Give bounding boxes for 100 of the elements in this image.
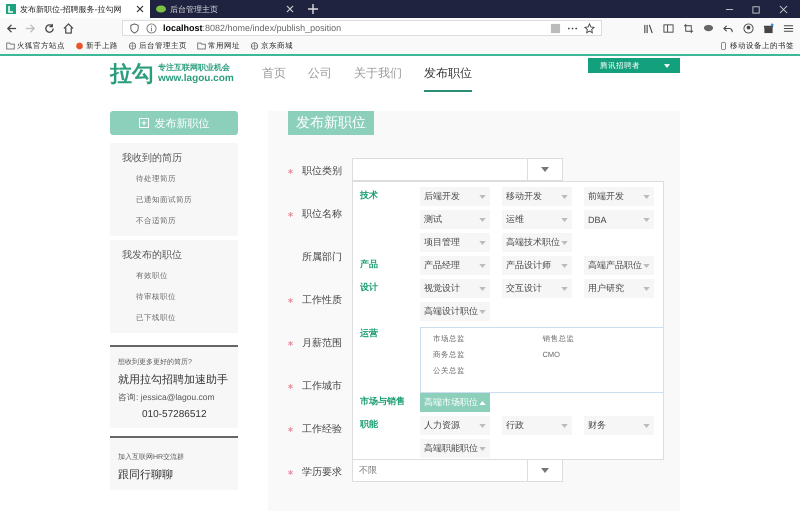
- caret-icon: [479, 286, 486, 290]
- caret-icon: [561, 286, 568, 290]
- caret-icon: [479, 310, 486, 314]
- nav-link[interactable]: 发布职位: [424, 56, 472, 92]
- select-field[interactable]: [352, 158, 563, 181]
- subcategory-button[interactable]: 后端开发: [420, 187, 490, 206]
- caret-icon: [479, 264, 486, 268]
- form-title: 发布新职位: [288, 111, 374, 135]
- globe-icon: [250, 42, 259, 50]
- folder-icon: [197, 42, 206, 50]
- subcategory-button[interactable]: 人力资源: [420, 416, 490, 435]
- browser-tab[interactable]: 发布新职位-招聘服务-拉勾网: [0, 0, 150, 18]
- caret-icon: [643, 286, 650, 290]
- new-tab-icon[interactable]: [308, 4, 318, 14]
- caret-icon: [643, 218, 650, 222]
- shield-icon: [129, 22, 140, 34]
- sidebar-icon[interactable]: [663, 22, 674, 34]
- subcategory-button[interactable]: 高端设计职位: [420, 302, 490, 321]
- caret-icon: [479, 240, 486, 244]
- field-label: 月薪范围: [288, 330, 352, 350]
- caret-icon: [479, 446, 486, 450]
- category-label: 运营: [360, 327, 379, 340]
- letter-logo-icon: [6, 4, 16, 14]
- menu-icon[interactable]: [783, 22, 794, 34]
- subcategory-button[interactable]: 高端技术职位: [502, 233, 572, 252]
- home-icon[interactable]: [63, 22, 74, 34]
- caret-icon: [541, 468, 549, 473]
- back-icon[interactable]: [6, 22, 17, 34]
- plus-square-icon: [138, 118, 148, 128]
- subcategory-button[interactable]: DBA: [584, 210, 654, 229]
- required-mark-icon: [288, 426, 293, 432]
- subcategory-button[interactable]: 项目管理: [420, 233, 490, 252]
- field-label: 学历要求: [288, 459, 352, 479]
- subcategory-button[interactable]: 高端产品职位: [584, 256, 654, 275]
- field-label: 职位类别: [288, 158, 352, 178]
- caret-icon: [561, 264, 568, 268]
- category-label: 技术: [360, 189, 379, 202]
- subcategory-button[interactable]: 测试: [420, 210, 490, 229]
- account-icon[interactable]: [743, 22, 754, 34]
- field-label: 职位名称: [288, 201, 352, 221]
- library-icon[interactable]: [643, 22, 654, 34]
- menu-heading: 我发布的职位: [122, 248, 183, 263]
- category-label: 设计: [360, 281, 379, 294]
- caret-icon: [664, 64, 670, 68]
- caret-icon: [561, 218, 568, 222]
- field-label: 所属部门: [301, 250, 343, 264]
- restore-icon[interactable]: [752, 4, 761, 14]
- caret-icon: [561, 424, 568, 428]
- subcategory-button[interactable]: 交互设计: [502, 279, 572, 298]
- promo-headline: 就用拉勾招聘加速助手: [118, 373, 229, 387]
- category-label: 职能: [360, 418, 379, 431]
- subcategory-button[interactable]: 高端职能职位: [420, 439, 490, 458]
- subcategory-button[interactable]: 财务: [584, 416, 654, 435]
- required-mark-icon: [288, 298, 293, 302]
- field-label: 工作城市: [288, 373, 352, 393]
- required-mark-icon: [288, 384, 293, 388]
- caret-icon: [643, 424, 650, 428]
- caret-icon: [643, 194, 650, 198]
- category-label: 产品: [360, 258, 379, 271]
- folder-icon: [6, 42, 15, 50]
- caret-icon: [561, 240, 568, 244]
- subcategory-button[interactable]: 前端开发: [584, 187, 654, 206]
- address-bar[interactable]: localhost:8082/home/index/publish_position: [122, 20, 602, 36]
- required-mark-icon: [288, 212, 293, 216]
- subcategory-button[interactable]: 用户研究: [584, 279, 654, 298]
- reload-icon[interactable]: [44, 22, 55, 34]
- subcategory-button[interactable]: 移动开发: [502, 187, 572, 206]
- slogan-text: 专注互联网职业机会: [158, 64, 231, 73]
- field-label: 工作性质: [288, 287, 352, 307]
- phone-icon: [719, 42, 728, 50]
- required-mark-icon: [288, 470, 293, 474]
- browser-tab[interactable]: 后台管理主页: [150, 0, 300, 18]
- subcategory-button[interactable]: 产品经理: [420, 256, 490, 275]
- subcategory-button[interactable]: 产品设计师: [502, 256, 572, 275]
- caret-icon: [479, 218, 486, 222]
- group-headline: 跟同行聊聊: [118, 468, 174, 482]
- field-label: 工作经验: [288, 416, 352, 436]
- select-field[interactable]: 不限: [352, 459, 563, 482]
- subcategory-button[interactable]: 视觉设计: [420, 279, 490, 298]
- globe-icon: [128, 42, 137, 50]
- info-icon[interactable]: [146, 22, 157, 34]
- category-label: 市场与销售: [360, 395, 406, 408]
- undo-icon[interactable]: [723, 22, 734, 34]
- gift-icon[interactable]: [763, 22, 774, 34]
- star-icon[interactable]: [584, 22, 595, 34]
- caret-icon: [479, 424, 486, 428]
- caret-icon: [479, 194, 486, 198]
- close-icon[interactable]: [136, 5, 144, 13]
- menu-heading: 我收到的简历: [122, 152, 183, 166]
- required-mark-icon: [288, 168, 293, 174]
- caret-icon: [561, 194, 568, 198]
- caret-icon: [643, 264, 650, 268]
- contact-phone: 010-57286512: [141, 409, 208, 420]
- subcategory-button[interactable]: 运维: [502, 210, 572, 229]
- contact-email: 咨询: jessica@lagou.com: [118, 392, 216, 404]
- crop-icon[interactable]: [683, 22, 694, 34]
- subcategory-button[interactable]: 行政: [502, 416, 572, 435]
- caret-icon: [479, 400, 486, 404]
- domain-text: www.lagou.com: [158, 72, 234, 84]
- required-mark-icon: [288, 340, 293, 346]
